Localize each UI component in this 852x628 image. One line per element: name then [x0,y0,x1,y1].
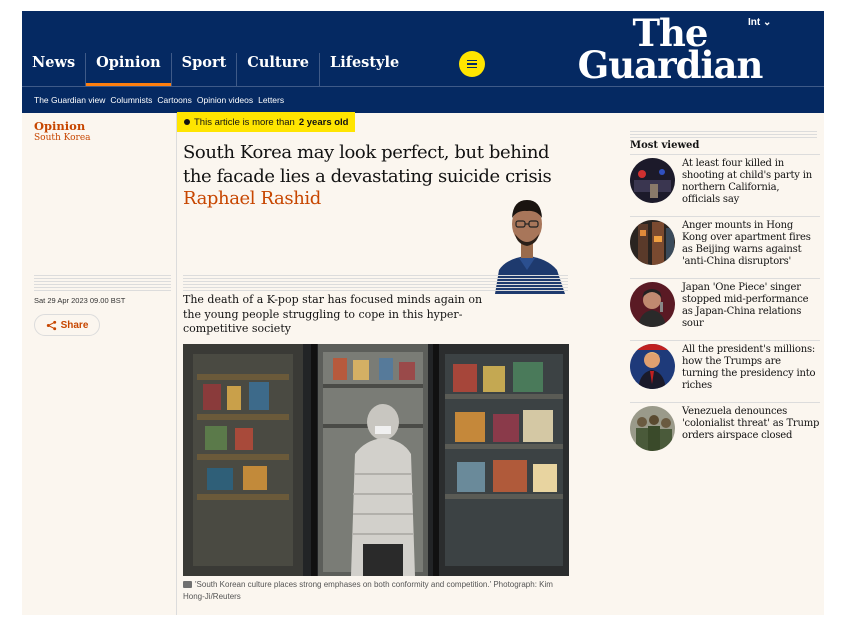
author-byline[interactable]: Raphael Rashid [183,188,321,209]
camera-icon [183,581,192,588]
clock-icon [184,119,190,125]
pillar-culture[interactable]: Culture [236,53,319,86]
most-viewed-divider [630,131,817,139]
most-viewed-thumbnail [630,282,675,327]
most-viewed-list: At least four killed in shooting at chil… [630,154,820,464]
age-badge-prefix: This article is more than [194,116,295,128]
sub-navigation: The Guardian view Columnists Cartoons Op… [22,86,824,113]
guardian-logo[interactable]: The Guardian [565,15,775,87]
most-viewed-thumbnail [630,406,675,451]
left-divider [34,275,171,291]
article-headline: South Korea may look perfect, but behind… [183,142,552,187]
caption-text: 'South Korean culture places strong emph… [183,580,553,601]
section-tag[interactable]: Opinion [34,119,85,133]
age-badge-strong: 2 years old [298,116,349,128]
most-viewed-item[interactable]: All the president's millions: how the Tr… [630,340,820,402]
column-divider [176,113,177,615]
article-standfirst: The death of a K-pop star has focused mi… [183,293,483,335]
pillar-news[interactable]: News [22,53,85,86]
article-age-badge: This article is more than 2 years old [177,112,356,132]
pillar-nav: News Opinion Sport Culture Lifestyle [22,53,409,86]
masthead: Int ⌄ The Guardian News Opinion Sport Cu… [22,11,824,86]
most-viewed-item[interactable]: Japan 'One Piece' singer stopped mid-per… [630,278,820,340]
most-viewed-headline: Anger mounts in Hong Kong over apartment… [682,220,811,267]
subnav-columnists[interactable]: Columnists [110,95,152,105]
most-viewed-headline: All the president's millions: how the Tr… [682,344,816,391]
logo-line-2: Guardian [577,43,764,87]
most-viewed-item[interactable]: Venezuela denounces 'colonialist threat'… [630,402,820,464]
most-viewed-thumbnail [630,344,675,389]
most-viewed-headline: Japan 'One Piece' singer stopped mid-per… [682,282,809,329]
pillar-sport[interactable]: Sport [170,53,237,86]
most-viewed-item[interactable]: At least four killed in shooting at chil… [630,154,820,216]
standfirst-divider [183,275,568,291]
most-viewed-title: Most viewed [630,140,700,151]
page-frame: Int ⌄ The Guardian News Opinion Sport Cu… [22,11,824,615]
most-viewed-headline: At least four killed in shooting at chil… [682,158,812,205]
subnav-cartoons[interactable]: Cartoons [157,95,192,105]
subnav-letters[interactable]: Letters [258,95,284,105]
share-button[interactable]: Share [34,314,100,336]
most-viewed-item[interactable]: Anger mounts in Hong Kong over apartment… [630,216,820,278]
pillar-opinion[interactable]: Opinion [85,53,171,86]
pillar-lifestyle[interactable]: Lifestyle [319,53,409,86]
share-label: Share [60,319,89,331]
subnav-guardian-view[interactable]: The Guardian view [34,95,105,105]
subnav-opinion-videos[interactable]: Opinion videos [197,95,253,105]
article-main-image[interactable] [183,344,569,576]
publish-date: Sat 29 Apr 2023 09.00 BST [34,296,126,305]
most-viewed-thumbnail [630,220,675,265]
most-viewed-thumbnail [630,158,675,203]
hamburger-menu-icon[interactable] [459,51,485,77]
most-viewed-headline: Venezuela denounces 'colonialist threat'… [682,406,820,441]
share-icon [46,320,56,330]
subsection-tag[interactable]: South Korea [34,133,91,143]
image-caption: 'South Korean culture places strong emph… [183,579,573,603]
